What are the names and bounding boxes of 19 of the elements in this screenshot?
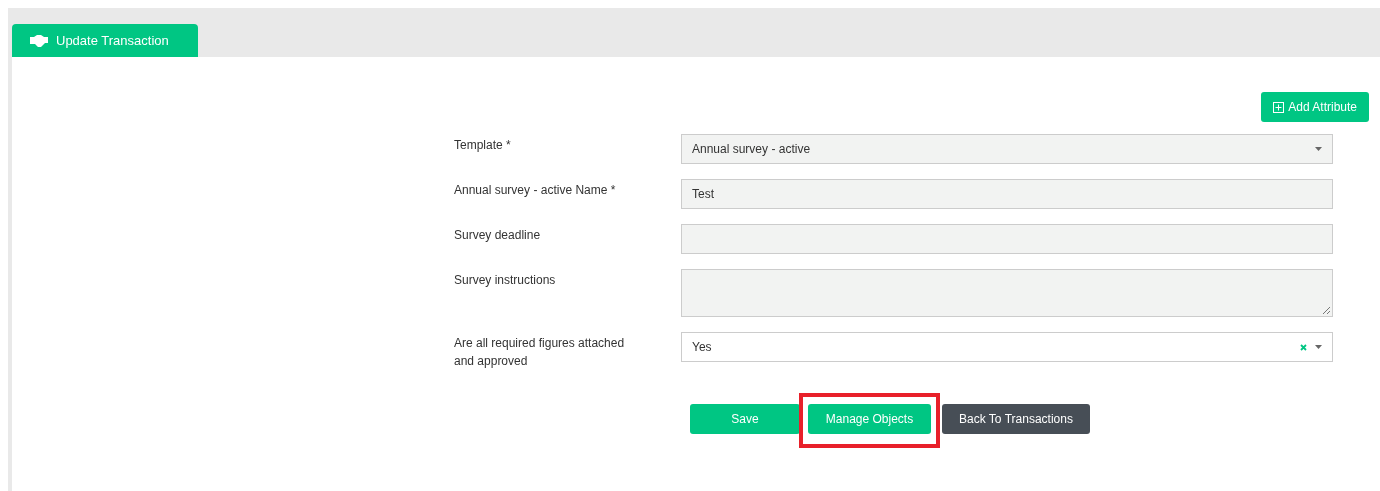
field-value: Annual survey - active [692, 142, 812, 156]
input-field[interactable]: Test [681, 179, 1333, 209]
select-field[interactable]: Annual survey - active [681, 134, 1333, 164]
field-label: Are all required figures attached and approved [454, 335, 626, 370]
textarea-field[interactable] [681, 269, 1333, 317]
field-label: Survey instructions [454, 272, 557, 289]
field-label: Annual survey - active Name * [454, 182, 617, 199]
caret-icon [1315, 345, 1322, 349]
field-label: Survey deadline [454, 227, 542, 244]
caret-icon [1315, 147, 1322, 151]
select-field[interactable]: Yes [681, 332, 1333, 362]
field-label: Template * [454, 137, 512, 154]
clear-icon[interactable] [1300, 343, 1307, 351]
field-value: Test [692, 187, 715, 201]
plus-square-icon [1273, 101, 1285, 113]
input-field[interactable] [681, 224, 1333, 254]
back-button[interactable]: Back To Transactions [942, 404, 1090, 434]
field-value: Yes [692, 340, 713, 354]
resize-handle-icon[interactable] [1322, 306, 1330, 314]
